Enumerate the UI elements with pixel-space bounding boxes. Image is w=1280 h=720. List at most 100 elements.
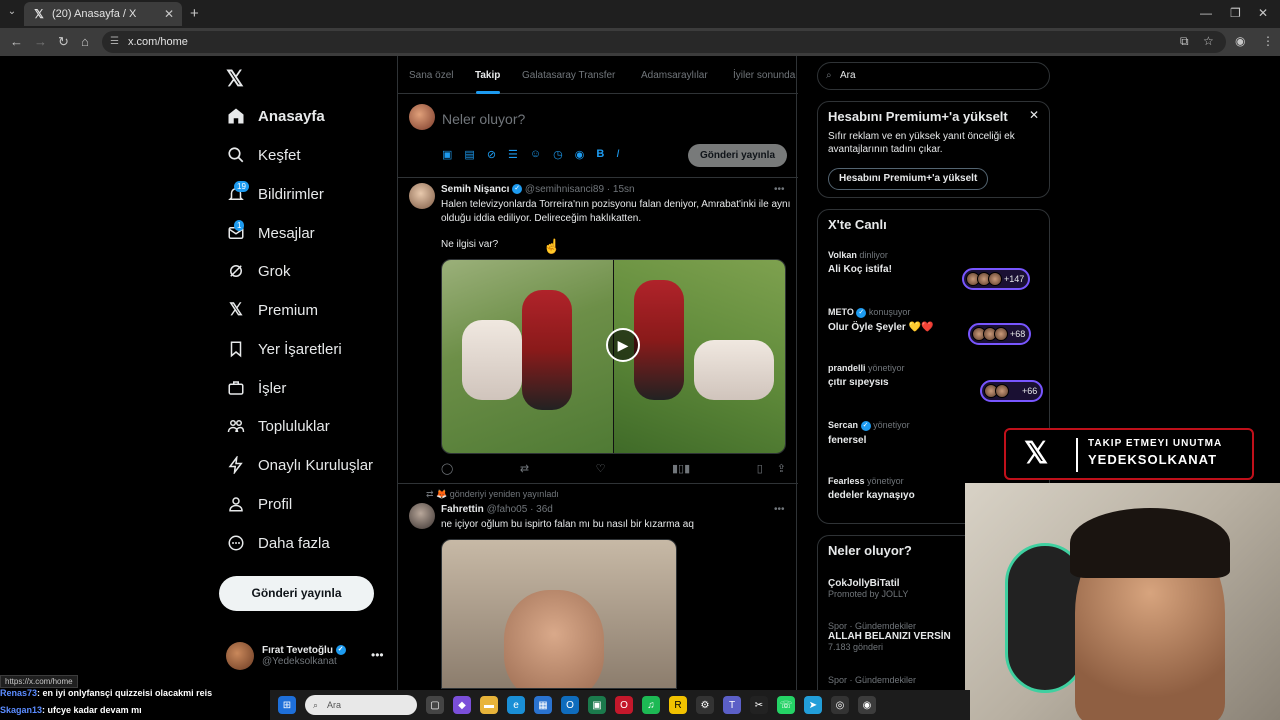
bookmark-icon[interactable]: ▯: [757, 462, 763, 475]
tab-list-iyiler[interactable]: İyiler sonunda: [733, 70, 795, 81]
spotify-icon[interactable]: ♫: [642, 696, 660, 714]
store-icon[interactable]: ▦: [534, 696, 552, 714]
timeline: Sana özel Takip Galatasaray Transfer Ada…: [397, 56, 798, 720]
image-icon[interactable]: ▣: [442, 148, 452, 161]
like-icon[interactable]: ♡: [596, 462, 606, 475]
site-info-icon[interactable]: ☰: [110, 31, 119, 53]
app-r-icon[interactable]: R: [669, 696, 687, 714]
nav-verified-orgs[interactable]: Onaylı Kuruluşlar: [226, 450, 373, 480]
nav-home[interactable]: Anasayfa: [226, 101, 325, 131]
account-switcher[interactable]: Fırat Tevetoğlu ✓ @Yedeksolkanat •••: [226, 642, 384, 670]
nav-more[interactable]: Daha fazla: [226, 528, 330, 558]
live-space[interactable]: Fearless yönetiyor dedeler kaynaşıyo: [828, 476, 915, 501]
reply-icon[interactable]: ◯: [441, 462, 453, 475]
close-window-icon[interactable]: ✕: [1258, 6, 1268, 20]
url-field[interactable]: ☰ x.com/home: [102, 31, 1226, 53]
new-tab-icon[interactable]: +: [190, 5, 199, 22]
retweet-icon[interactable]: ⇄: [520, 462, 529, 475]
schedule-icon[interactable]: ◷: [553, 148, 563, 161]
forward-icon[interactable]: →: [34, 34, 47, 49]
gif-icon[interactable]: ▤: [464, 148, 474, 161]
premium-upgrade-button[interactable]: Hesabını Premium+'a yükselt: [828, 168, 989, 190]
nav-messages[interactable]: 1 Mesajlar: [226, 218, 315, 248]
tab-for-you[interactable]: Sana özel: [409, 70, 453, 81]
tab-list-gs-transfer[interactable]: Galatasaray Transfer: [522, 70, 615, 81]
app-icon[interactable]: ▣: [588, 696, 606, 714]
emoji-icon[interactable]: ☺: [530, 148, 541, 161]
composer-input[interactable]: Neler oluyor?: [442, 111, 525, 127]
tweet-author[interactable]: Fahrettin: [441, 504, 484, 515]
account-more-icon[interactable]: •••: [371, 648, 384, 662]
tweet-more-icon[interactable]: •••: [774, 504, 785, 515]
bold-icon[interactable]: B: [596, 148, 604, 161]
nav-explore[interactable]: Keşfet: [226, 140, 301, 170]
compose-post-button[interactable]: Gönderi yayınla: [688, 144, 787, 167]
tweet-more-icon[interactable]: •••: [774, 184, 785, 195]
live-space[interactable]: Volkan dinliyor Ali Koç istifa!: [828, 250, 892, 275]
grok-icon[interactable]: ⊘: [487, 148, 496, 161]
nav-profile[interactable]: Profil: [226, 489, 292, 519]
telegram-icon[interactable]: ➤: [804, 696, 822, 714]
notification-badge: 19: [234, 181, 249, 192]
tab-list-adamsaraylilar[interactable]: Adamsaraylılar: [641, 70, 708, 81]
x-logo-icon[interactable]: 𝕏: [226, 66, 244, 92]
edge-icon[interactable]: e: [507, 696, 525, 714]
close-icon[interactable]: ✕: [1029, 108, 1039, 122]
live-space[interactable]: prandelli yönetiyor çıtır sıpeysıs: [828, 363, 905, 388]
back-icon[interactable]: ←: [10, 34, 23, 49]
tweet-author[interactable]: Semih Nişancı: [441, 184, 509, 195]
play-icon[interactable]: ▶: [606, 328, 640, 362]
location-icon[interactable]: ◉: [575, 148, 585, 161]
whatsapp-icon[interactable]: ☏: [777, 696, 795, 714]
settings-icon[interactable]: ⚙: [696, 696, 714, 714]
listeners-pill[interactable]: +68: [968, 323, 1032, 345]
trend-item[interactable]: Spor · Gündemdekiler ALLAH BELANIZI VERS…: [828, 621, 951, 652]
live-space[interactable]: Sercan ✓ yönetiyor fenersel: [828, 420, 910, 446]
trend-item[interactable]: Spor · Gündemdekiler: [828, 675, 916, 685]
listeners-pill[interactable]: +66: [980, 380, 1044, 402]
avatar[interactable]: [409, 503, 435, 529]
nav-communities[interactable]: Topluluklar: [226, 411, 330, 441]
italic-icon[interactable]: I: [616, 148, 619, 161]
copilot-icon[interactable]: ◆: [453, 696, 471, 714]
teams-icon[interactable]: T: [723, 696, 741, 714]
opera-icon[interactable]: O: [615, 696, 633, 714]
tweet-media[interactable]: ▶: [441, 259, 786, 454]
start-icon[interactable]: ⊞: [278, 696, 296, 714]
restore-icon[interactable]: ❐: [1230, 6, 1241, 20]
nav-grok[interactable]: Grok: [226, 256, 291, 286]
reload-icon[interactable]: ↻: [58, 34, 69, 50]
nav-premium[interactable]: 𝕏 Premium: [226, 295, 318, 325]
home-browser-icon[interactable]: ⌂: [81, 34, 89, 49]
obs-icon[interactable]: ◎: [831, 696, 849, 714]
poll-icon[interactable]: ☰: [508, 148, 518, 161]
bookmark-star-icon[interactable]: ☆: [1203, 34, 1214, 48]
task-view-icon[interactable]: ▢: [426, 696, 444, 714]
avatar[interactable]: [409, 183, 435, 209]
views-icon[interactable]: ▮▯▮: [672, 462, 690, 475]
menu-icon[interactable]: ⋮: [1262, 34, 1274, 48]
outlook-icon[interactable]: O: [561, 696, 579, 714]
tab-following[interactable]: Takip: [475, 70, 500, 81]
profile-icon[interactable]: ◉: [1235, 34, 1245, 48]
nav-notifications[interactable]: 19 Bildirimler: [226, 179, 324, 209]
minimize-icon[interactable]: —: [1200, 6, 1212, 20]
nav-bookmarks[interactable]: Yer İşaretleri: [226, 334, 342, 364]
install-icon[interactable]: ⧉: [1180, 34, 1189, 49]
chrome-icon[interactable]: ◉: [858, 696, 876, 714]
search-input[interactable]: ⌕ Ara: [817, 62, 1050, 90]
taskbar-search[interactable]: ⌕ Ara: [305, 695, 417, 715]
tweet-media[interactable]: [441, 539, 677, 689]
folder-icon[interactable]: ▬: [480, 696, 498, 714]
capcut-icon[interactable]: ✂: [750, 696, 768, 714]
listeners-pill[interactable]: +147: [962, 268, 1031, 290]
tweet[interactable]: Semih Nişancı ✓ @semihnisanci89 · 15sn •…: [398, 178, 798, 484]
post-button[interactable]: Gönderi yayınla: [219, 576, 374, 611]
nav-jobs[interactable]: İşler: [226, 373, 286, 403]
share-icon[interactable]: ⇪: [777, 462, 786, 475]
tab-search-icon[interactable]: ⌄: [4, 6, 20, 22]
close-tab-icon[interactable]: ✕: [164, 7, 174, 21]
browser-tab[interactable]: 𝕏 (20) Anasayfa / X ✕: [24, 2, 182, 26]
live-space[interactable]: METO ✓ konuşuyor Olur Öyle Şeyler 💛❤️: [828, 307, 934, 333]
trend-item[interactable]: ÇokJollyBiTatil Promoted by JOLLY: [828, 578, 908, 599]
